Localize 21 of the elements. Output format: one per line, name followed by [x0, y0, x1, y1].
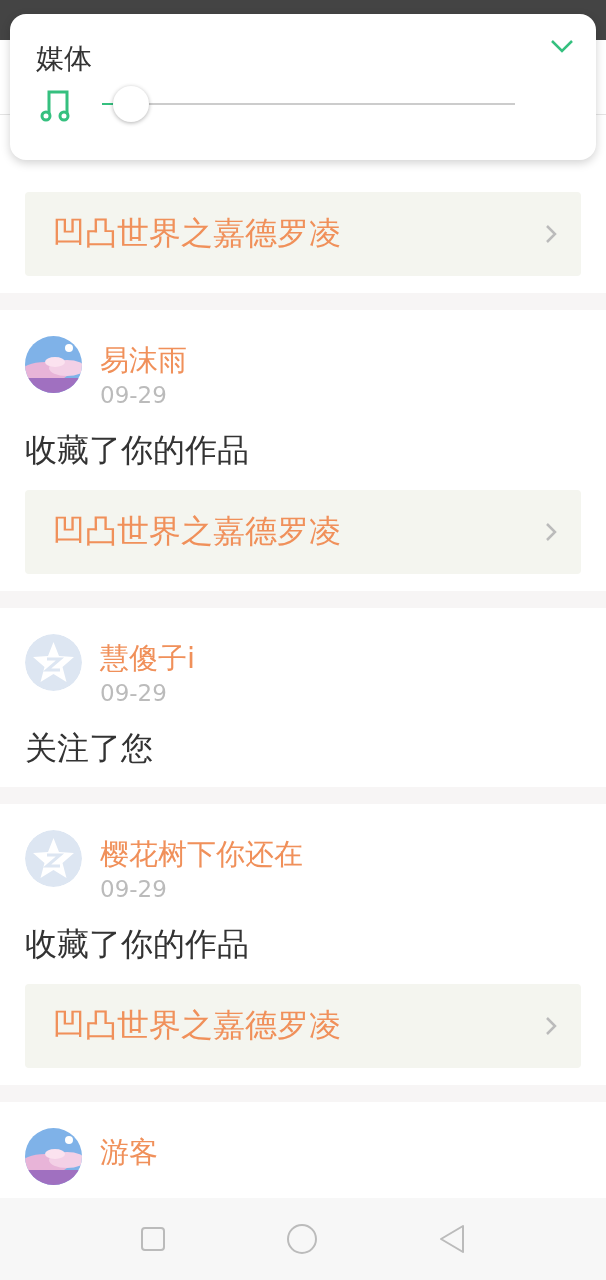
- user-name[interactable]: 樱花树下你还在: [100, 834, 303, 874]
- user-name[interactable]: 游客: [100, 1132, 158, 1172]
- date-text: 09-29: [100, 875, 168, 904]
- user-name[interactable]: 慧傻子i: [100, 638, 196, 678]
- action-text: 收藏了你的作品: [25, 430, 250, 471]
- slider-thumb[interactable]: [112, 86, 149, 122]
- music-note-icon: [40, 88, 72, 122]
- panel-label: 媒体: [36, 41, 92, 77]
- action-text: 关注了您: [25, 728, 154, 769]
- work-link[interactable]: 凹凸世界之嘉德罗凌: [25, 490, 581, 574]
- work-link[interactable]: 凹凸世界之嘉德罗凌: [25, 192, 581, 276]
- work-link[interactable]: 凹凸世界之嘉德罗凌: [25, 984, 581, 1068]
- default-avatar-icon: [25, 830, 82, 887]
- chevron-right-icon: [545, 522, 557, 542]
- action-text: 收藏了你的作品: [25, 924, 250, 965]
- date-text: 09-29: [100, 679, 168, 708]
- date-text: 09-29: [100, 381, 168, 410]
- default-avatar-icon: [25, 634, 82, 691]
- chevron-right-icon: [545, 1016, 557, 1036]
- user-name[interactable]: 易沫雨: [100, 340, 187, 380]
- chevron-right-icon: [545, 224, 557, 244]
